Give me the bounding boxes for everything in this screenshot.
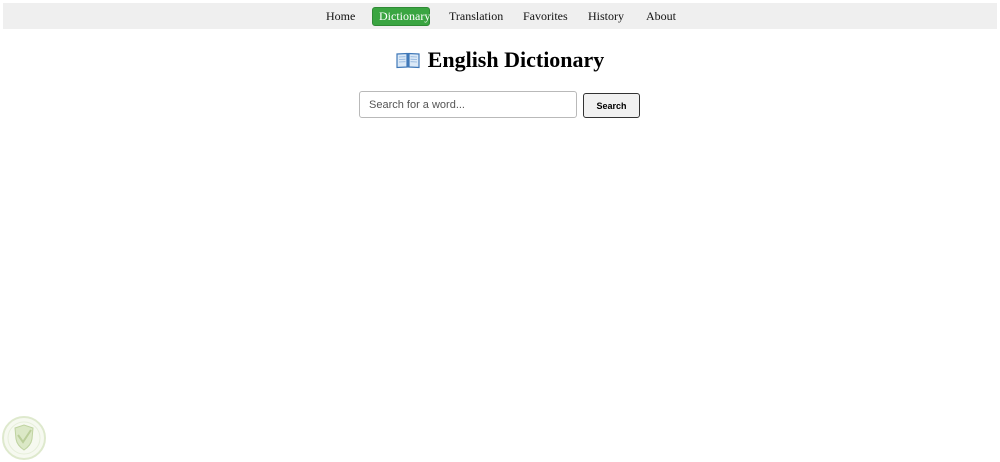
nav-history[interactable]: History [582,7,626,26]
nav-about[interactable]: About [640,7,680,26]
nav-favorites[interactable]: Favorites [517,7,569,26]
top-nav-bar: Home Dictionary Translation Favorites Hi… [3,3,997,29]
search-input[interactable] [359,91,577,118]
nav-translation[interactable]: Translation [443,7,503,26]
shield-logo-icon [1,415,47,461]
page-title-text: English Dictionary [427,47,605,72]
open-book-icon [396,48,420,69]
nav-dictionary[interactable]: Dictionary [372,7,430,26]
search-button[interactable]: Search [583,93,640,118]
page-title: English Dictionary [0,46,1000,74]
nav-home[interactable]: Home [320,7,360,26]
